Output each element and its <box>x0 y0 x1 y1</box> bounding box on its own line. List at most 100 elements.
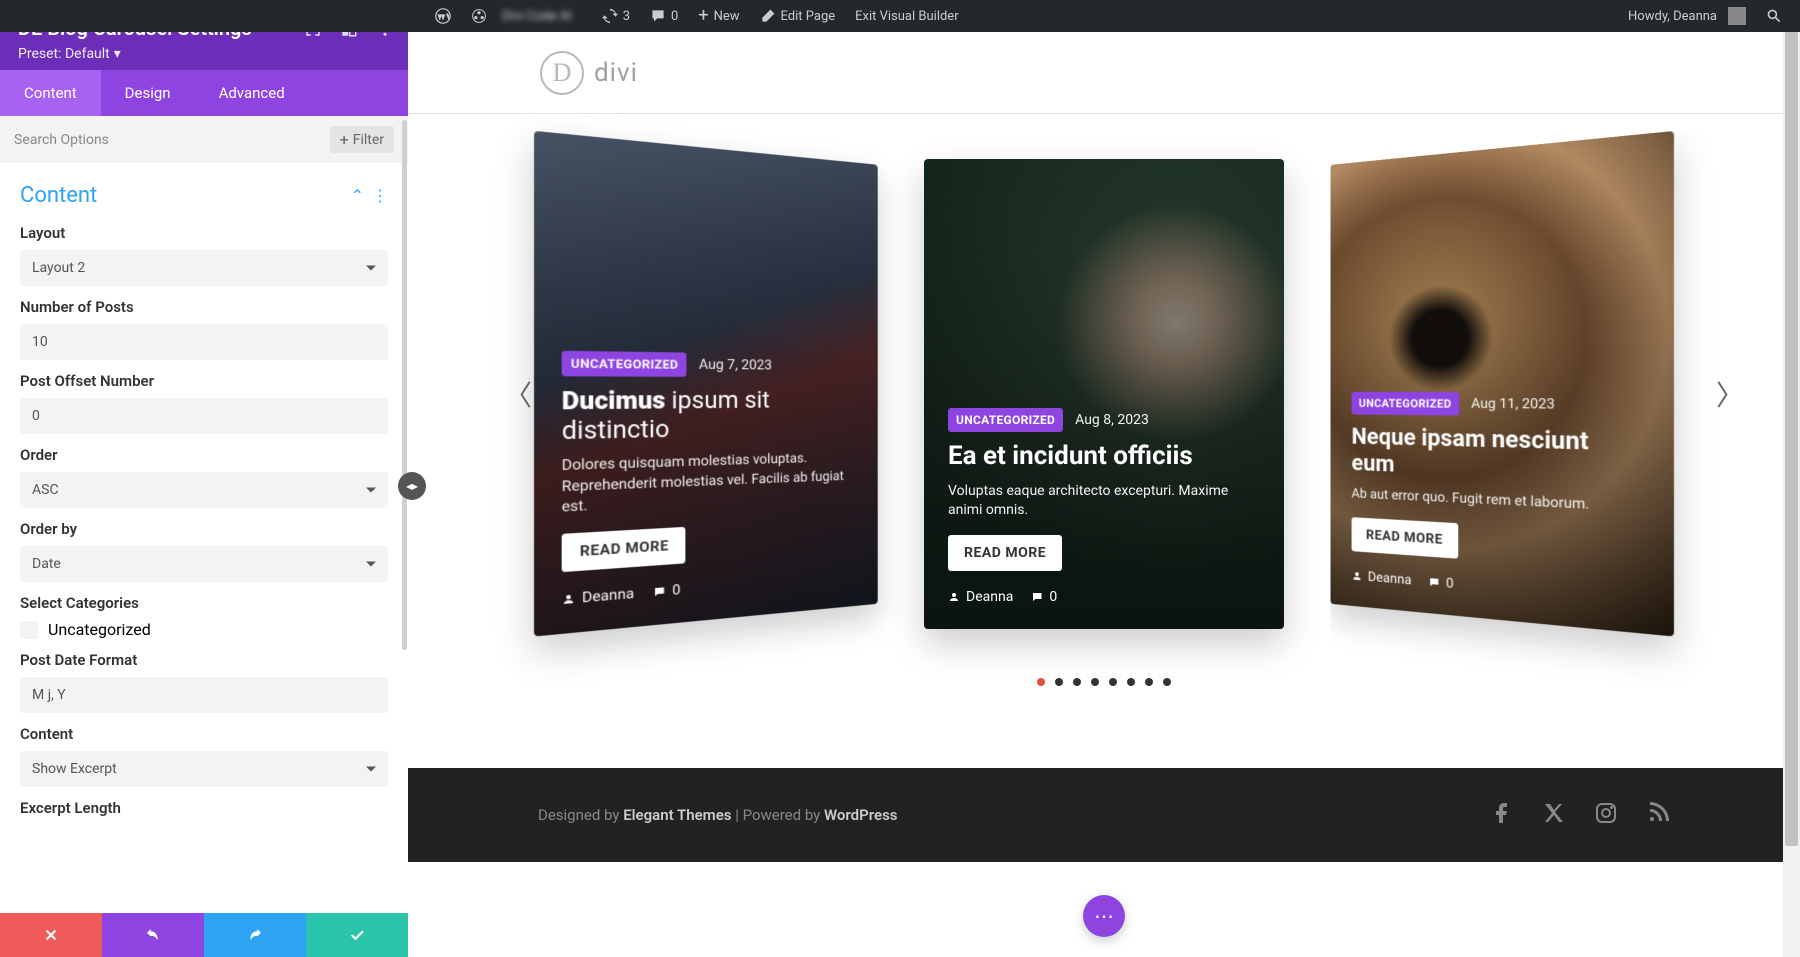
content-label: Content <box>20 725 388 743</box>
wp-admin-bar: Divi Code AI 3 0 +New Edit Page Exit Vis… <box>0 0 1800 32</box>
wp-logo[interactable] <box>425 0 461 32</box>
section-title[interactable]: Content <box>20 183 97 208</box>
read-more-button[interactable]: READ MORE <box>562 527 686 572</box>
post-title[interactable]: Ducimus ipsum sit distinctio <box>562 387 857 446</box>
post-author[interactable]: Deanna <box>1352 568 1412 588</box>
rss-icon[interactable] <box>1646 801 1670 829</box>
read-more-button[interactable]: READ MORE <box>1352 517 1459 559</box>
orderby-label: Order by <box>20 520 388 538</box>
category-badge[interactable]: UNCATEGORIZED <box>948 408 1063 432</box>
howdy-user[interactable]: Howdy, Deanna <box>1618 0 1756 32</box>
site-name[interactable]: Divi Code AI <box>461 0 592 32</box>
checkbox[interactable] <box>20 621 38 639</box>
post-comments[interactable]: 0 <box>653 582 680 601</box>
settings-panel: DE Blog Carousel Settings Preset: Defaul… <box>0 0 408 957</box>
carousel-card[interactable]: UNCATEGORIZED Aug 11, 2023 Neque ipsam ne… <box>1330 131 1674 637</box>
carousel-card[interactable]: UNCATEGORIZED Aug 8, 2023 Ea et incidunt … <box>924 159 1284 629</box>
updates[interactable]: 3 <box>592 0 640 32</box>
read-more-button[interactable]: READ MORE <box>948 535 1062 571</box>
post-comments[interactable]: 0 <box>1429 574 1454 592</box>
footer-wp-link[interactable]: WordPress <box>824 806 898 824</box>
site-logo[interactable]: D divi <box>540 51 638 95</box>
exit-visual-builder[interactable]: Exit Visual Builder <box>845 0 968 32</box>
category-badge[interactable]: UNCATEGORIZED <box>1352 392 1460 416</box>
carousel: 〈 〉 UNCATEGORIZED Aug 7, 2023 Ducimus ips… <box>408 114 1800 674</box>
panel-body[interactable]: Content ⌃ ⋮ Layout Layout 2 Number of Pos… <box>0 163 408 913</box>
collapse-icon[interactable]: ⌃ <box>351 186 364 205</box>
footer-credits: Designed by Elegant Themes | Powered by … <box>538 806 898 824</box>
dateformat-label: Post Date Format <box>20 651 388 669</box>
order-select[interactable]: ASC <box>20 472 388 508</box>
post-date: Aug 8, 2023 <box>1075 412 1149 428</box>
carousel-card[interactable]: UNCATEGORIZED Aug 7, 2023 Ducimus ipsum s… <box>534 131 878 637</box>
save-button[interactable] <box>306 913 408 957</box>
builder-fab[interactable]: ⋯ <box>1083 895 1125 937</box>
category-option[interactable]: Uncategorized <box>20 620 388 639</box>
post-excerpt: Dolores quisquam molestias voluptas. Rep… <box>562 449 857 519</box>
post-author[interactable]: Deanna <box>948 589 1013 605</box>
search-icon[interactable] <box>1756 0 1792 32</box>
numposts-label: Number of Posts <box>20 298 388 316</box>
carousel-dot[interactable] <box>1163 678 1171 686</box>
edit-page[interactable]: Edit Page <box>750 0 846 32</box>
x-icon[interactable] <box>1542 801 1566 829</box>
layout-label: Layout <box>20 224 388 242</box>
numposts-input[interactable] <box>20 324 388 360</box>
redo-button[interactable] <box>204 913 306 957</box>
tab-content[interactable]: Content <box>0 70 101 116</box>
filter-button[interactable]: +Filter <box>330 126 394 153</box>
content-select[interactable]: Show Excerpt <box>20 751 388 787</box>
logo-text: divi <box>594 58 638 88</box>
carousel-dots <box>408 678 1800 686</box>
carousel-dot[interactable] <box>1091 678 1099 686</box>
comments[interactable]: 0 <box>640 0 688 32</box>
offset-input[interactable] <box>20 398 388 434</box>
carousel-prev[interactable]: 〈 <box>494 364 542 424</box>
new-content[interactable]: +New <box>688 0 749 32</box>
carousel-dot[interactable] <box>1127 678 1135 686</box>
tab-advanced[interactable]: Advanced <box>195 70 309 116</box>
panel-footer <box>0 913 408 957</box>
instagram-icon[interactable] <box>1594 801 1618 829</box>
carousel-dot[interactable] <box>1145 678 1153 686</box>
post-comments[interactable]: 0 <box>1031 589 1057 605</box>
post-date: Aug 7, 2023 <box>699 357 772 374</box>
category-badge[interactable]: UNCATEGORIZED <box>562 351 687 377</box>
categories-label: Select Categories <box>20 594 388 612</box>
post-excerpt: Voluptas eaque architecto excepturi. Max… <box>948 482 1260 521</box>
carousel-dot[interactable] <box>1109 678 1117 686</box>
post-author[interactable]: Deanna <box>562 586 634 609</box>
search-input[interactable]: Search Options <box>14 132 109 148</box>
chevron-down-icon: ▾ <box>114 46 121 62</box>
panel-scrollbar[interactable] <box>402 120 407 650</box>
post-excerpt: Ab aut error quo. Fugit rem et laborum. <box>1352 486 1647 519</box>
preset-selector[interactable]: Preset: Default▾ <box>18 46 392 62</box>
search-row: Search Options +Filter <box>0 116 408 163</box>
layout-select[interactable]: Layout 2 <box>20 250 388 286</box>
category-label: Uncategorized <box>48 620 151 639</box>
post-date: Aug 11, 2023 <box>1471 396 1555 413</box>
dateformat-input[interactable] <box>20 677 388 713</box>
logo-mark: D <box>540 51 584 95</box>
carousel-dot[interactable] <box>1055 678 1063 686</box>
panel-resize-handle[interactable]: ◂▸ <box>398 472 426 500</box>
undo-button[interactable] <box>102 913 204 957</box>
main-scrollbar[interactable] <box>1783 32 1800 957</box>
footer-theme-link[interactable]: Elegant Themes <box>623 806 731 824</box>
carousel-dot[interactable] <box>1073 678 1081 686</box>
facebook-icon[interactable] <box>1490 801 1514 829</box>
cancel-button[interactable] <box>0 913 102 957</box>
site-header: D divi <box>408 32 1800 114</box>
avatar <box>1728 7 1746 25</box>
excerptlen-label: Excerpt Length <box>20 799 388 817</box>
carousel-dot[interactable] <box>1037 678 1045 686</box>
preview-area: D divi 〈 〉 UNCATEGORIZED Aug 7, 2023 Duci… <box>408 32 1800 957</box>
panel-tabs: Content Design Advanced <box>0 70 408 116</box>
site-footer: Designed by Elegant Themes | Powered by … <box>408 768 1800 862</box>
post-title[interactable]: Neque ipsam nesciunt eum <box>1352 424 1647 487</box>
carousel-next[interactable]: 〉 <box>1706 364 1754 424</box>
orderby-select[interactable]: Date <box>20 546 388 582</box>
post-title[interactable]: Ea et incidunt officiis <box>948 442 1260 472</box>
section-kebab-icon[interactable]: ⋮ <box>372 186 388 205</box>
tab-design[interactable]: Design <box>101 70 195 116</box>
